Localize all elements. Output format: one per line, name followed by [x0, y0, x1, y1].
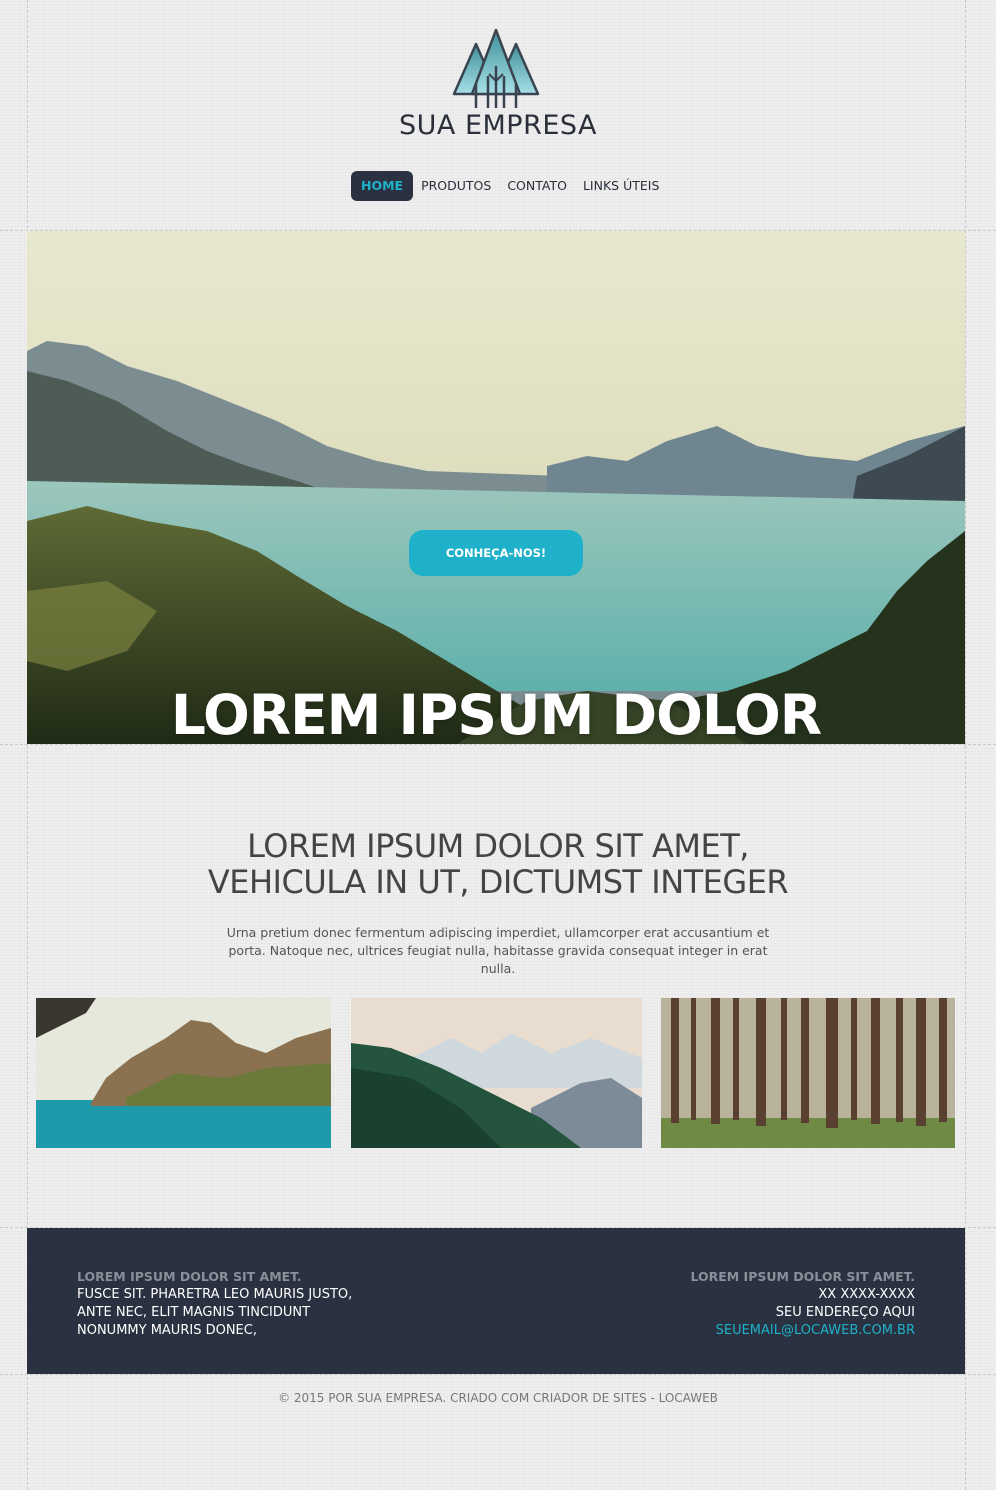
section-paragraph-line: porta. Natoque nec, ultrices feugiat nul…	[228, 943, 768, 976]
footer-left-line: NONUMMY MAURIS DONEC,	[77, 1323, 257, 1338]
hero-title: LOREM IPSUM DOLOR	[170, 683, 822, 744]
footer: LOREM IPSUM DOLOR SIT AMET. FUSCE SIT. P…	[27, 1228, 965, 1374]
footer-right-heading: LOREM IPSUM DOLOR SIT AMET.	[690, 1269, 915, 1284]
brand-name: SUA EMPRESA	[398, 110, 598, 141]
footer-phone: XX XXXX-XXXX	[818, 1287, 915, 1302]
conheca-nos-button[interactable]: CONHEÇA-NOS!	[409, 530, 583, 576]
footer-left-heading: LOREM IPSUM DOLOR SIT AMET.	[77, 1269, 302, 1284]
nav-item-links-uteis[interactable]: LINKS ÚTEIS	[575, 171, 667, 201]
guide-line	[0, 744, 996, 745]
nav-item-produtos[interactable]: PRODUTOS	[413, 171, 499, 201]
hero-banner: LOREM IPSUM DOLOR	[27, 231, 965, 744]
hero-landscape-image	[27, 231, 965, 744]
section-title-line: VEHICULA IN UT, DICTUMST INTEGER	[207, 863, 789, 901]
gallery-image-forest[interactable]	[661, 998, 955, 1148]
footer-contact-block: LOREM IPSUM DOLOR SIT AMET. XX XXXX-XXXX…	[690, 1268, 915, 1340]
section-paragraph-line: Urna pretium donec fermentum adipiscing …	[226, 925, 770, 940]
nav-item-home[interactable]: HOME	[351, 171, 414, 201]
nav-item-contato[interactable]: CONTATO	[499, 171, 575, 201]
footer-left-line: FUSCE SIT. PHARETRA LEO MAURIS JUSTO,	[77, 1287, 353, 1302]
gallery-image-mountains[interactable]	[351, 998, 642, 1148]
section-title: LOREM IPSUM DOLOR SIT AMET, VEHICULA IN …	[0, 828, 996, 900]
footer-address: SEU ENDEREÇO AQUI	[775, 1305, 915, 1320]
main-nav: HOME PRODUTOS CONTATO LINKS ÚTEIS	[351, 171, 667, 201]
guide-line	[0, 1374, 996, 1375]
footer-left-line: ANTE NEC, ELIT MAGNIS TINCIDUNT	[77, 1305, 311, 1320]
guide-line-right	[965, 0, 966, 1490]
footer-left-block: LOREM IPSUM DOLOR SIT AMET. FUSCE SIT. P…	[77, 1268, 352, 1340]
section-paragraph: Urna pretium donec fermentum adipiscing …	[220, 924, 776, 978]
trees-logo-icon[interactable]	[446, 26, 546, 114]
section-title-line: LOREM IPSUM DOLOR SIT AMET,	[247, 827, 749, 865]
gallery-image-island[interactable]	[36, 998, 331, 1148]
copyright-text: © 2015 POR SUA EMPRESA. CRIADO COM CRIAD…	[278, 1391, 718, 1405]
footer-email-link[interactable]: SEUEMAIL@LOCAWEB.COM.BR	[690, 1322, 915, 1340]
